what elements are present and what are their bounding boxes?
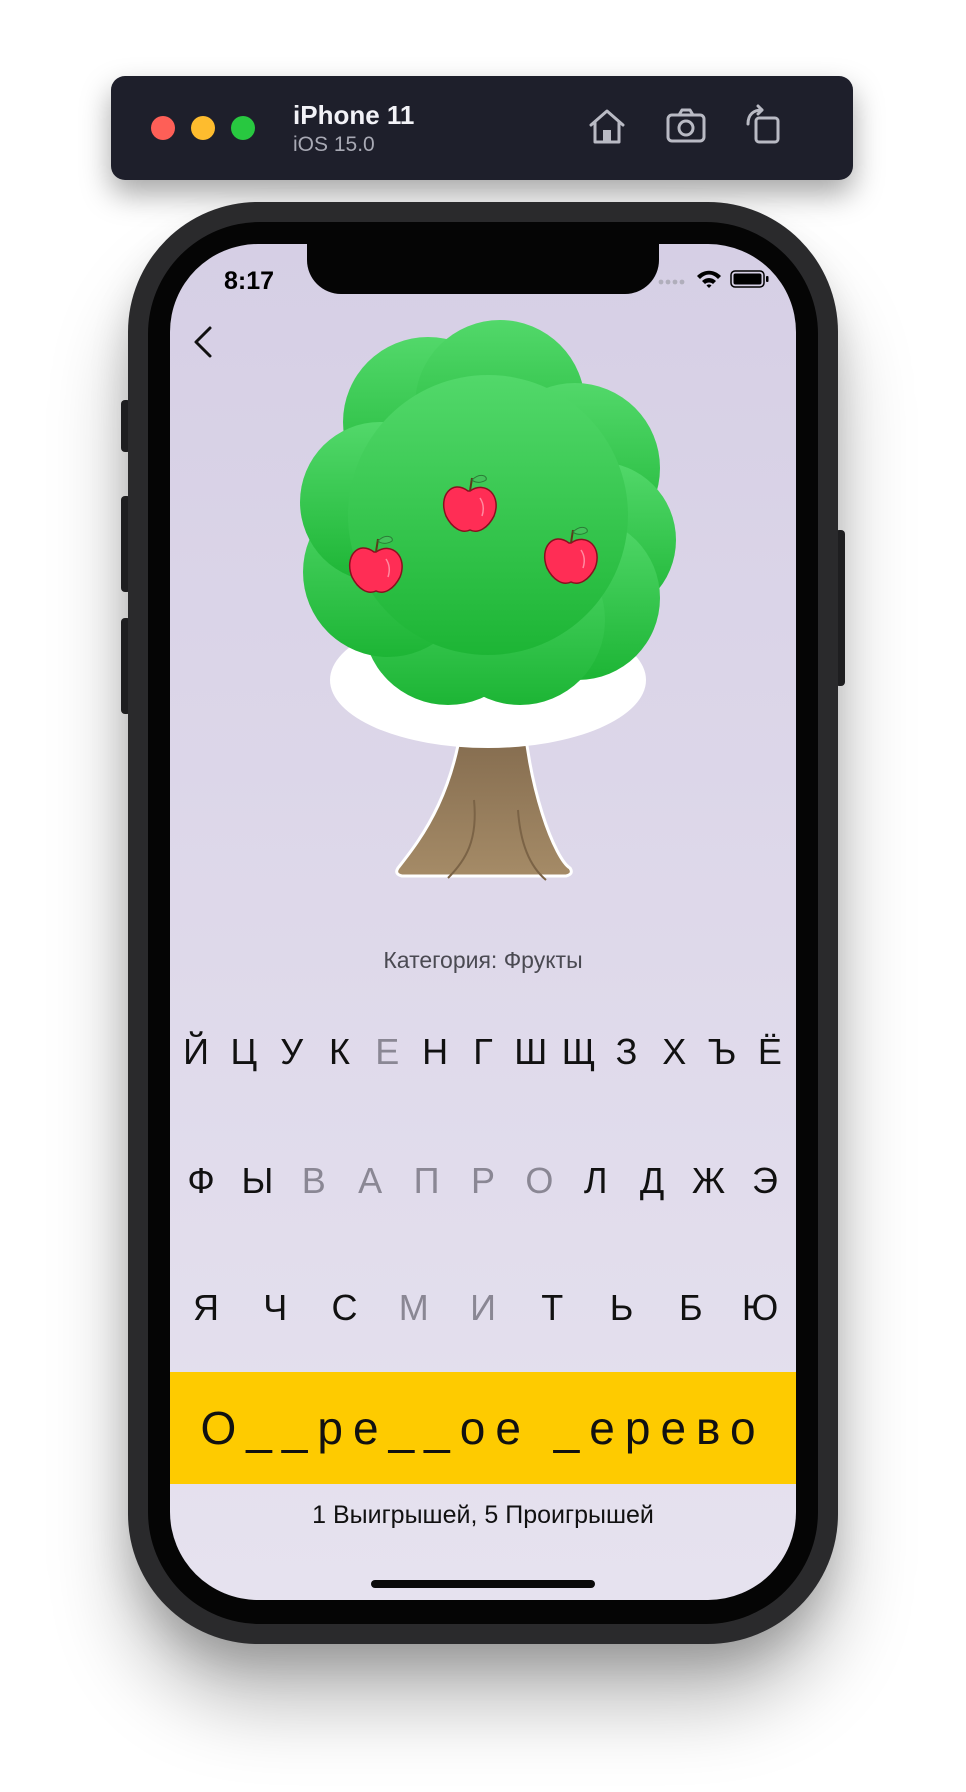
chevron-left-icon[interactable] [186,320,222,364]
key-letter[interactable]: Ы [232,1151,282,1211]
key-letter[interactable]: К [317,1022,361,1082]
key-letter-used[interactable]: М [386,1278,442,1338]
key-letter[interactable]: Я [178,1278,234,1338]
key-letter-used[interactable]: А [345,1151,395,1211]
key-letter[interactable]: Ф [176,1151,226,1211]
score-label: 1 Выигрышей, 5 Проигрышей [312,1501,654,1529]
key-letter[interactable]: Ю [732,1278,788,1338]
key-letter[interactable]: Ц [222,1022,266,1082]
zoom-window-button[interactable] [231,116,255,140]
key-letter[interactable]: Ё [748,1022,792,1082]
minimize-window-button[interactable] [191,116,215,140]
battery-icon [730,269,770,294]
key-letter[interactable]: Ш [509,1022,553,1082]
key-letter[interactable]: У [270,1022,314,1082]
key-letter[interactable]: Л [571,1151,621,1211]
signal-icon [658,272,688,290]
device-name: iPhone 11 [293,100,415,130]
key-letter-used[interactable]: Е [365,1022,409,1082]
home-icon[interactable] [585,104,629,148]
key-letter-used[interactable]: П [402,1151,452,1211]
category-label: Категория: Фрукты [383,947,583,973]
status-icons [658,269,770,294]
key-letter[interactable]: Ж [684,1151,734,1211]
key-letter[interactable]: Э [740,1151,790,1211]
key-letter[interactable]: Б [663,1278,719,1338]
home-indicator[interactable] [371,1580,595,1588]
key-letter[interactable]: Н [413,1022,457,1082]
os-version: iOS 15.0 [293,133,375,156]
keyboard-row-3: Я Ч С М И Т Ь Б Ю [170,1278,796,1338]
key-letter-used[interactable]: О [514,1151,564,1211]
key-letter[interactable]: Д [627,1151,677,1211]
key-letter[interactable]: С [317,1278,373,1338]
device-screen: 8:17 Категория: Фрукты Й Ц У К Е Н Г Ш Щ… [170,244,796,1600]
masked-word: О__ре__ое _ерево [200,1402,766,1454]
key-letter[interactable]: Ъ [700,1022,744,1082]
apple-tree-illustration [288,320,678,940]
screenshot-icon[interactable] [664,104,708,148]
key-letter[interactable]: Щ [557,1022,601,1082]
rotate-icon[interactable] [742,104,786,148]
key-letter[interactable]: Х [652,1022,696,1082]
key-letter-used[interactable]: Р [458,1151,508,1211]
notch [307,244,659,294]
status-time: 8:17 [224,267,275,295]
key-letter-used[interactable]: В [289,1151,339,1211]
key-letter-used[interactable]: И [455,1278,511,1338]
key-letter[interactable]: Ч [247,1278,303,1338]
keyboard-row-2: Ф Ы В А П Р О Л Д Ж Э [170,1151,796,1211]
key-letter[interactable]: Г [461,1022,505,1082]
close-window-button[interactable] [151,116,175,140]
key-letter[interactable]: Й [174,1022,218,1082]
keyboard-row-1: Й Ц У К Е Н Г Ш Щ З Х Ъ Ё [170,1022,796,1082]
word-display: О__ре__ое _ерево [170,1372,796,1484]
wifi-icon [696,269,722,294]
tree-canopy [300,320,676,748]
key-letter[interactable]: Ь [594,1278,650,1338]
key-letter[interactable]: З [604,1022,648,1082]
simulator-window: iPhone 11 iOS 15.0 8:17 Категория: Фрукт… [0,0,966,1792]
key-letter[interactable]: Т [524,1278,580,1338]
